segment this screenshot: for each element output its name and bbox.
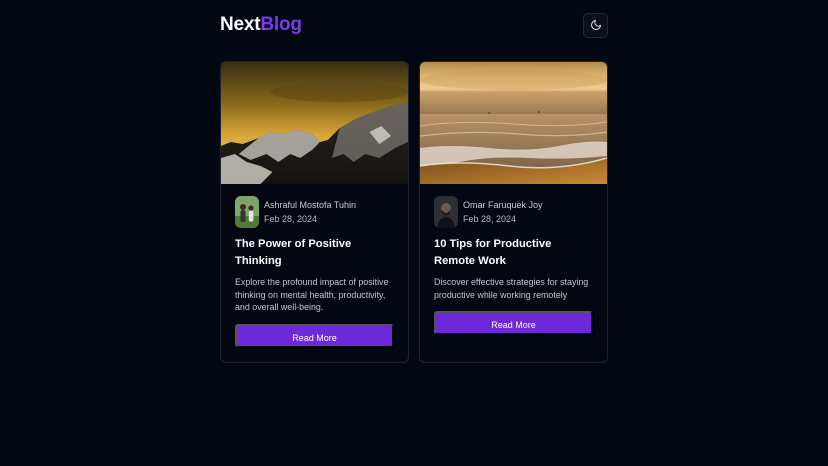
post-meta: Omar Faruquek Joy Feb 28, 2024 (434, 196, 607, 228)
post-cover-image[interactable] (221, 62, 408, 184)
post-title[interactable]: 10 Tips for Productive Remote Work (434, 236, 593, 270)
theme-toggle-button[interactable] (583, 12, 608, 38)
logo-blog-text: Blog (260, 14, 302, 35)
author-info: Ashraful Mostofa Tuhin Feb 28, 2024 (264, 198, 356, 226)
moon-icon (590, 20, 601, 30)
post-card: Ashraful Mostofa Tuhin Feb 28, 2024 The … (220, 61, 409, 363)
author-name[interactable]: Omar Faruquek Joy (463, 198, 543, 212)
site-logo[interactable]: NextBlog (220, 14, 302, 36)
post-meta: Ashraful Mostofa Tuhin Feb 28, 2024 (235, 196, 408, 228)
read-more-button[interactable]: Read More (235, 324, 394, 348)
logo-next-text: Next (220, 14, 261, 35)
post-cover-image[interactable] (420, 62, 607, 184)
post-date: Feb 28, 2024 (264, 214, 318, 224)
post-excerpt: Discover effective strategies for stayin… (434, 277, 589, 300)
site-header: NextBlog (220, 12, 608, 38)
author-avatar (434, 196, 458, 228)
post-card: Omar Faruquek Joy Feb 28, 2024 10 Tips f… (419, 61, 608, 363)
post-title[interactable]: The Power of Positive Thinking (235, 236, 394, 270)
post-excerpt: Explore the profound impact of positive … (235, 277, 389, 312)
page: NextBlog Ashraful Mostofa Tuhin Feb 28, … (0, 0, 828, 466)
read-more-button[interactable]: Read More (434, 311, 593, 335)
post-date: Feb 28, 2024 (463, 214, 517, 224)
author-avatar (235, 196, 259, 228)
author-info: Omar Faruquek Joy Feb 28, 2024 (463, 198, 543, 226)
author-name[interactable]: Ashraful Mostofa Tuhin (264, 198, 356, 212)
